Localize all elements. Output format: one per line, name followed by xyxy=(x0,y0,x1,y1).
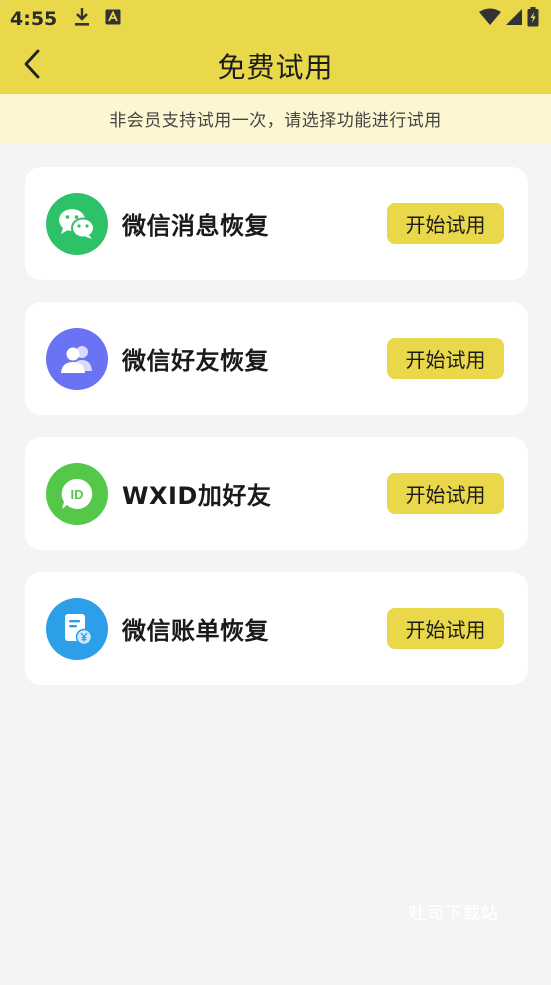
app-a-icon xyxy=(105,9,121,29)
page-title: 免费试用 xyxy=(217,51,334,84)
feature-label: 微信好友恢复 xyxy=(122,347,269,375)
battery-icon xyxy=(527,7,539,31)
id-bubble-icon: ID xyxy=(46,462,108,525)
status-left-icons xyxy=(73,6,121,32)
contacts-icon xyxy=(46,327,108,390)
feature-card-wechat-bill: 微信账单恢复 开始试用 xyxy=(25,572,528,685)
watermark: 吐司下载站 xyxy=(409,904,499,924)
status-time: 4:55 xyxy=(10,8,58,30)
svg-text:ID: ID xyxy=(71,487,84,502)
wifi-icon xyxy=(479,8,501,30)
download-icon xyxy=(73,6,91,32)
feature-card-wechat-friends: 微信好友恢复 开始试用 xyxy=(25,302,528,415)
top-bar: 4:55 免费试用 xyxy=(0,0,551,94)
feature-label: 微信消息恢复 xyxy=(122,212,269,240)
start-trial-button[interactable]: 开始试用 xyxy=(387,608,504,649)
feature-label: 微信账单恢复 xyxy=(122,617,269,645)
back-button[interactable] xyxy=(14,48,50,84)
start-trial-button[interactable]: 开始试用 xyxy=(387,338,504,379)
start-trial-button[interactable]: 开始试用 xyxy=(387,203,504,244)
feature-label: WXID加好友 xyxy=(122,482,272,510)
feature-card-wxid-add-friend: ID WXID加好友 开始试用 xyxy=(25,437,528,550)
signal-icon xyxy=(505,8,523,30)
feature-list: 微信消息恢复 开始试用 微信好友恢复 开始试用 ID WXID加好友 开始试用 xyxy=(0,143,551,685)
trial-notice: 非会员支持试用一次，请选择功能进行试用 xyxy=(0,94,551,143)
start-trial-button[interactable]: 开始试用 xyxy=(387,473,504,514)
wechat-icon xyxy=(46,192,108,255)
feature-card-wechat-messages: 微信消息恢复 开始试用 xyxy=(25,167,528,280)
app-header: 免费试用 xyxy=(0,38,551,94)
status-right-icons xyxy=(479,7,539,31)
chevron-left-icon xyxy=(24,49,40,83)
status-bar: 4:55 xyxy=(0,0,551,38)
bill-icon xyxy=(46,597,108,660)
